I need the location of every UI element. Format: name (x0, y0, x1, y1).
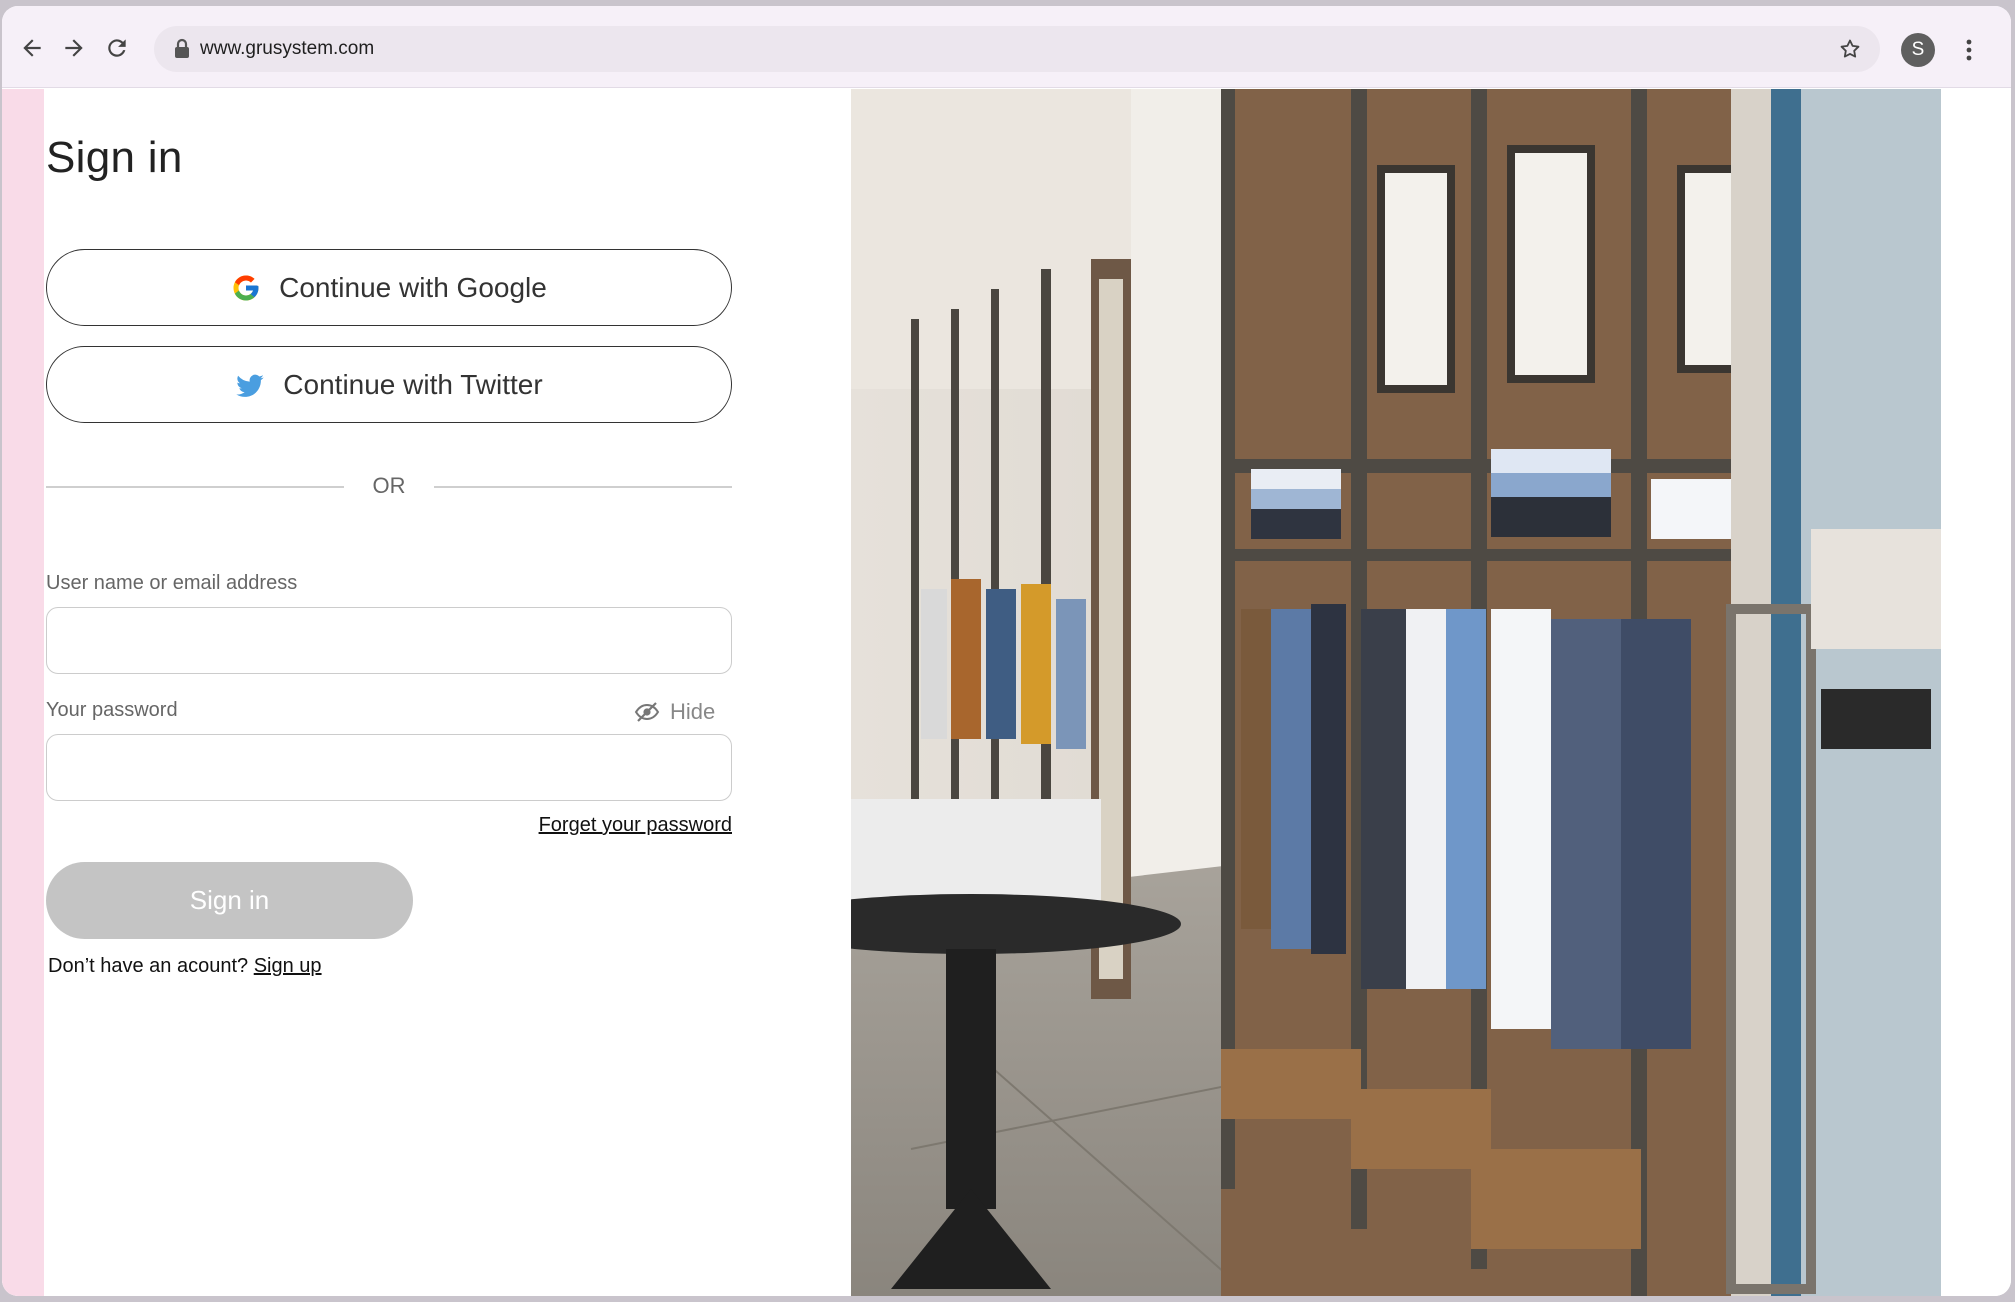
reload-button[interactable] (99, 30, 135, 66)
sign-in-button[interactable]: Sign in (46, 862, 413, 939)
star-icon[interactable] (1838, 37, 1862, 61)
sign-up-link[interactable]: Sign up (254, 955, 322, 977)
profile-avatar[interactable]: S (1901, 33, 1935, 67)
clothing-store-illustration (851, 89, 1941, 1296)
page-title: Sign in (46, 133, 183, 182)
browser-toolbar: www.grusystem.com S (2, 6, 2011, 88)
url-text: www.grusystem.com (200, 38, 375, 59)
signin-panel: Sign in Continue with Google Continue wi… (44, 89, 852, 1296)
forward-button[interactable] (56, 30, 92, 66)
twitter-button-label: Continue with Twitter (283, 368, 543, 400)
lock-icon (175, 38, 189, 58)
accent-strip (2, 89, 44, 1296)
divider-line-right (434, 486, 732, 488)
reload-icon (108, 39, 126, 57)
no-account-text: Don’t have an acount? (48, 955, 249, 977)
password-input[interactable] (46, 734, 732, 801)
kebab-menu-icon (1966, 39, 1972, 61)
or-divider: OR (46, 471, 732, 501)
arrow-right-icon (65, 39, 83, 57)
eye-slash-icon (634, 701, 660, 723)
google-button-label: Continue with Google (279, 271, 547, 303)
google-icon (231, 273, 261, 303)
continue-with-twitter-button[interactable]: Continue with Twitter (46, 346, 732, 423)
username-label: User name or email address (46, 572, 298, 594)
browser-menu-button[interactable] (1954, 33, 1984, 67)
page-content: Sign in Continue with Google Continue wi… (2, 89, 2011, 1296)
page-gutter (1941, 89, 2011, 1296)
continue-with-google-button[interactable]: Continue with Google (46, 249, 732, 326)
browser-window: www.grusystem.com S Sign in Continue wit… (2, 6, 2011, 1296)
hide-label: Hide (670, 699, 716, 724)
arrow-left-icon (23, 39, 41, 57)
back-button[interactable] (14, 30, 50, 66)
signup-prompt: Don’t have an acount? Sign up (48, 955, 322, 978)
hide-password-toggle[interactable]: Hide (634, 697, 715, 727)
store-photo (851, 89, 1941, 1296)
address-bar[interactable]: www.grusystem.com (154, 26, 1880, 72)
username-input[interactable] (46, 607, 732, 674)
twitter-bird-icon (235, 370, 265, 400)
forgot-password-link[interactable]: Forget your password (522, 814, 732, 837)
password-label: Your password (46, 699, 178, 721)
